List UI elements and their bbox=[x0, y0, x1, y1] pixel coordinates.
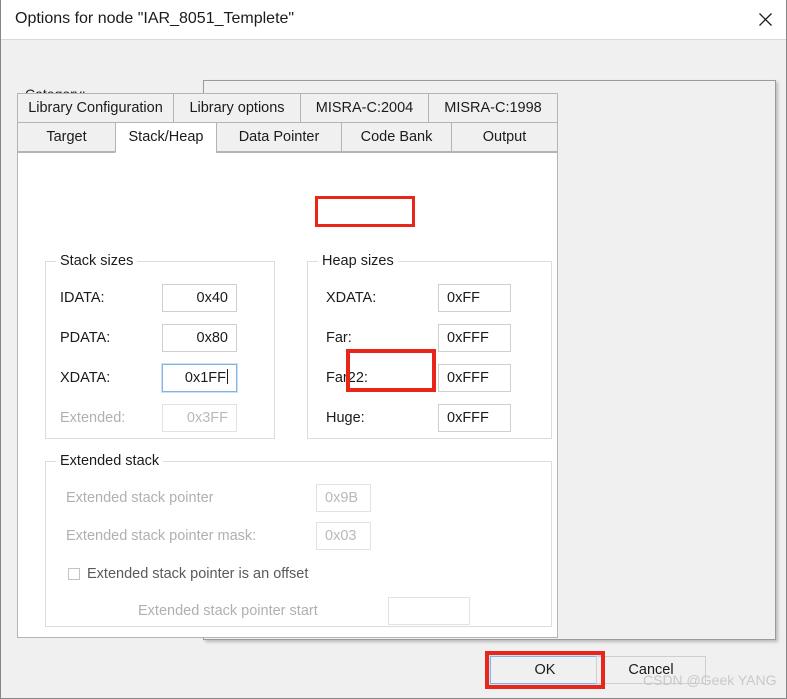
tab-misra-c-2004[interactable]: MISRA-C:2004 bbox=[300, 93, 428, 123]
stack-extended-input: 0x3FF bbox=[162, 404, 237, 432]
heap-huge-row: Huge: 0xFFF bbox=[326, 404, 511, 432]
text-caret bbox=[227, 369, 228, 384]
heap-xdata-input[interactable]: 0xFF bbox=[438, 284, 511, 312]
tab-output[interactable]: Output bbox=[451, 122, 558, 152]
stack-sizes-group: Stack sizes IDATA: 0x40 PDATA: 0x80 XDAT… bbox=[45, 253, 275, 439]
ext-mask-row: Extended stack pointer mask: 0x03 bbox=[66, 522, 371, 550]
ext-mask-input: 0x03 bbox=[316, 522, 371, 550]
ext-start-label: Extended stack pointer start bbox=[138, 603, 318, 619]
ext-pointer-input: 0x9B bbox=[316, 484, 371, 512]
ok-button[interactable]: OK bbox=[489, 655, 601, 685]
tab-library-options[interactable]: Library options bbox=[173, 93, 300, 123]
options-dialog: Options for node "IAR_8051_Templete" Cat… bbox=[0, 0, 787, 699]
ext-offset-checkbox-label: Extended stack pointer is an offset bbox=[87, 566, 309, 582]
ext-start-input bbox=[388, 597, 470, 625]
tab-misra-c-1998[interactable]: MISRA-C:1998 bbox=[428, 93, 558, 123]
heap-sizes-title: Heap sizes bbox=[318, 253, 398, 269]
tab-target[interactable]: Target bbox=[17, 122, 115, 152]
ext-pointer-label: Extended stack pointer bbox=[66, 490, 214, 506]
ext-start-row: Extended stack pointer start bbox=[138, 597, 470, 625]
stack-idata-row: IDATA: 0x40 bbox=[60, 284, 237, 312]
stack-extended-label: Extended: bbox=[60, 410, 126, 426]
heap-far-row: Far: 0xFFF bbox=[326, 324, 511, 352]
ext-mask-label: Extended stack pointer mask: bbox=[66, 528, 257, 544]
tab-row-lower[interactable]: Target Stack/Heap Data Pointer Code Bank Out… bbox=[17, 122, 558, 153]
stack-sizes-title: Stack sizes bbox=[56, 253, 138, 269]
tab-data-pointer[interactable]: Data Pointer bbox=[216, 122, 341, 152]
ext-pointer-row: Extended stack pointer 0x9B bbox=[66, 484, 371, 512]
heap-far22-input[interactable]: 0xFFF bbox=[438, 364, 511, 392]
heap-far22-label: Far22: bbox=[326, 370, 368, 386]
tab-library-configuration[interactable]: Library Configuration bbox=[17, 93, 173, 123]
stack-xdata-label: XDATA: bbox=[60, 370, 111, 386]
heap-sizes-group: Heap sizes XDATA: 0xFF Far: 0xFFF Far22:… bbox=[307, 253, 552, 439]
tab-content-panel: Stack sizes IDATA: 0x40 PDATA: 0x80 XDAT… bbox=[17, 152, 558, 638]
stack-pdata-input[interactable]: 0x80 bbox=[162, 324, 237, 352]
ext-offset-checkbox-row[interactable]: Extended stack pointer is an offset bbox=[68, 560, 308, 588]
extended-stack-group: Extended stack Extended stack pointer 0x… bbox=[45, 453, 552, 627]
heap-far-label: Far: bbox=[326, 330, 352, 346]
stack-xdata-input[interactable]: 0x1FF bbox=[161, 363, 238, 393]
stack-xdata-row: XDATA: 0x1FF bbox=[60, 363, 238, 393]
stack-extended-row: Extended: 0x3FF bbox=[60, 404, 237, 432]
heap-xdata-label: XDATA: bbox=[326, 290, 377, 306]
cancel-button[interactable]: Cancel bbox=[596, 656, 706, 684]
close-button[interactable] bbox=[742, 0, 786, 39]
heap-huge-input[interactable]: 0xFFF bbox=[438, 404, 511, 432]
checkbox-icon[interactable] bbox=[68, 568, 80, 580]
heap-huge-label: Huge: bbox=[326, 410, 365, 426]
dialog-title: Options for node "IAR_8051_Templete" bbox=[15, 10, 295, 27]
heap-far22-row: Far22: 0xFFF bbox=[326, 364, 511, 392]
tab-stack-heap[interactable]: Stack/Heap bbox=[115, 122, 216, 153]
stack-pdata-row: PDATA: 0x80 bbox=[60, 324, 237, 352]
tab-row-upper[interactable]: Library Configuration Library options MISR… bbox=[17, 93, 558, 123]
stack-idata-label: IDATA: bbox=[60, 290, 105, 306]
stack-xdata-value: 0x1FF bbox=[184, 370, 226, 386]
stack-pdata-label: PDATA: bbox=[60, 330, 111, 346]
title-bar: Options for node "IAR_8051_Templete" bbox=[1, 0, 786, 40]
stack-idata-input[interactable]: 0x40 bbox=[162, 284, 237, 312]
close-icon bbox=[758, 13, 772, 26]
tab-code-bank[interactable]: Code Bank bbox=[341, 122, 451, 152]
extended-stack-title: Extended stack bbox=[56, 453, 164, 469]
heap-far-input[interactable]: 0xFFF bbox=[438, 324, 511, 352]
heap-xdata-row: XDATA: 0xFF bbox=[326, 284, 511, 312]
